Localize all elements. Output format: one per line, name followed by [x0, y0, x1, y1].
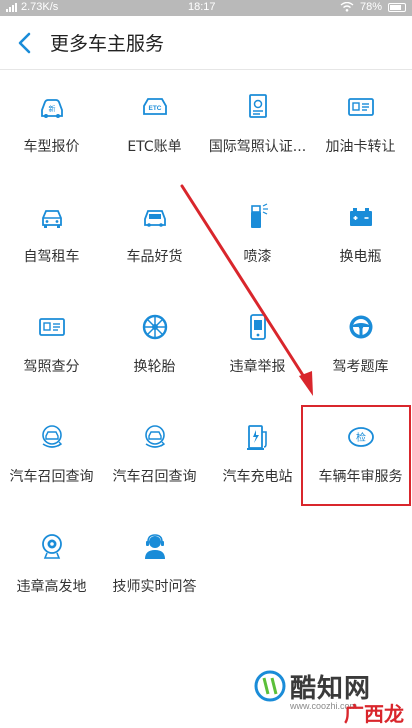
battery-percent: 78% [359, 1, 382, 13]
service-car-recall-query[interactable]: 汽车召回查询 [0, 400, 103, 510]
service-fuel-card-transfer[interactable]: 加油卡转让 [309, 70, 412, 180]
tire-icon [142, 314, 168, 340]
service-driving-exam-bank[interactable]: 驾考题库 [309, 290, 412, 400]
service-charging-station[interactable]: 汽车充电站 [206, 400, 309, 510]
inspection-icon: 检 [348, 427, 374, 447]
service-label: 违章高发地 [16, 579, 87, 595]
camera-icon [42, 534, 62, 559]
chevron-left-icon [18, 32, 31, 54]
service-battery-replace[interactable]: 换电瓶 [309, 180, 412, 290]
steering-wheel-icon [349, 315, 373, 339]
back-button[interactable] [12, 28, 40, 58]
service-label: 技师实时问答 [112, 579, 197, 595]
service-label: 国际驾照认证... [208, 139, 307, 155]
signal-icon [6, 2, 17, 12]
header: 更多车主服务 [0, 16, 412, 70]
service-annual-inspection[interactable]: 检 车辆年审服务 [309, 400, 412, 510]
svg-text:ETC: ETC [149, 105, 162, 112]
service-label: ETC账单 [127, 139, 182, 155]
service-car-recall-query-2[interactable]: 汽车召回查询 [103, 400, 206, 510]
service-label: 加油卡转让 [325, 139, 396, 155]
charging-icon [247, 425, 267, 450]
service-label: 驾照查分 [23, 359, 80, 375]
car-goods-icon [144, 210, 166, 227]
service-label: 驾考题库 [332, 359, 389, 375]
page-title: 更多车主服务 [50, 33, 165, 55]
service-tire-change[interactable]: 换轮胎 [103, 290, 206, 400]
service-label: 汽车充电站 [222, 469, 293, 485]
service-technician-qa[interactable]: 技师实时问答 [103, 510, 206, 620]
etc-icon: ETC [143, 98, 167, 115]
service-label: 车品好货 [126, 249, 183, 265]
battery-icon [388, 2, 406, 12]
car-new-icon: 新 [41, 99, 63, 118]
id-card-icon [348, 98, 374, 116]
wifi-icon [340, 2, 354, 12]
service-label: 换电瓶 [339, 249, 382, 265]
service-violation-report[interactable]: 违章举报 [206, 290, 309, 400]
network-speed: 2.73K/s [21, 1, 59, 13]
phone-report-icon [250, 314, 266, 340]
status-left: 2.73K/s [6, 1, 58, 13]
service-license-points[interactable]: 驾照查分 [0, 290, 103, 400]
service-intl-license[interactable]: 国际驾照认证... [206, 70, 309, 180]
recall-icon [42, 425, 63, 448]
service-label: 换轮胎 [133, 359, 176, 375]
service-car-quote[interactable]: 新 车型报价 [0, 70, 103, 180]
svg-text:检: 检 [356, 431, 366, 444]
service-car-goods[interactable]: 车品好货 [103, 180, 206, 290]
service-self-drive-rental[interactable]: 自驾租车 [0, 180, 103, 290]
watermark: 酷知网 www.coozhi.com 广西龙网 [252, 668, 412, 728]
watermark-sub: 广西龙网 [344, 702, 404, 726]
service-label: 车辆年审服务 [318, 469, 403, 485]
service-label: 喷漆 [243, 249, 272, 265]
watermark-logo-icon [254, 670, 286, 702]
status-time: 18:17 [188, 1, 216, 13]
id-card-icon [39, 318, 65, 336]
license-doc-icon [249, 94, 267, 118]
service-label: 汽车召回查询 [9, 469, 94, 485]
car-front-icon [42, 210, 62, 228]
status-bar: 2.73K/s 18:17 78% [0, 0, 412, 16]
service-spray-paint[interactable]: 喷漆 [206, 180, 309, 290]
svg-text:新: 新 [49, 104, 56, 113]
status-right: 78% [340, 1, 406, 13]
service-etc-bill[interactable]: ETC ETC账单 [103, 70, 206, 180]
technician-icon [145, 534, 165, 559]
service-label: 车型报价 [23, 139, 80, 155]
service-label: 汽车召回查询 [112, 469, 197, 485]
service-violation-hotspot[interactable]: 违章高发地 [0, 510, 103, 620]
spray-icon [251, 203, 268, 228]
recall-icon [145, 425, 166, 448]
service-label: 违章举报 [229, 359, 286, 375]
service-label: 自驾租车 [23, 249, 80, 265]
battery-icon [350, 208, 372, 226]
